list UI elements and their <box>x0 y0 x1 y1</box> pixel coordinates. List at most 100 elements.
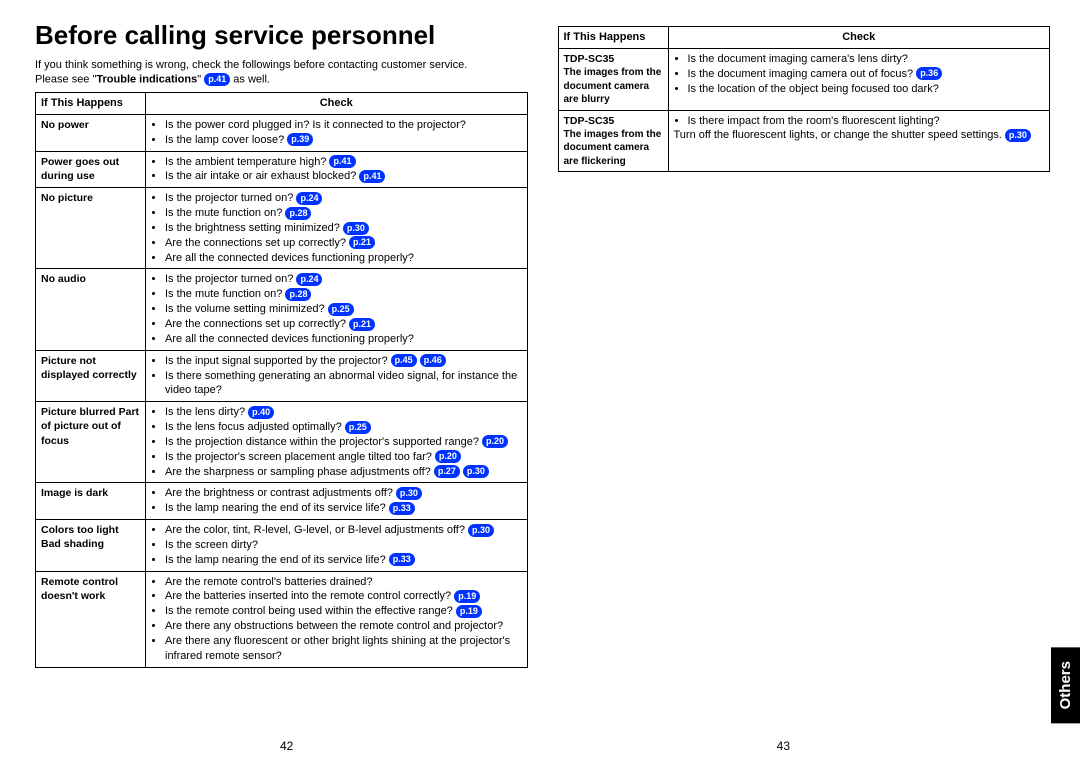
check-item: Is the remote control being used within … <box>165 604 522 619</box>
check-cell: Is there impact from the room's fluoresc… <box>668 110 1050 172</box>
table-row: TDP-SC35The images from the document cam… <box>558 48 1050 110</box>
check-item: Are the remote control's batteries drain… <box>165 575 522 590</box>
page-ref-icon: p.24 <box>296 192 322 205</box>
if-cell: No picture <box>36 188 146 269</box>
check-item: Is the lamp cover loose? p.39 <box>165 133 522 148</box>
if-cell: No power <box>36 114 146 151</box>
col-header-check: Check <box>668 27 1050 49</box>
page-ref-icon: p.21 <box>349 236 375 249</box>
check-item: Is the mute function on? p.28 <box>165 206 522 221</box>
check-item: Is the lamp nearing the end of its servi… <box>165 553 522 568</box>
page-ref-icon: p.19 <box>456 605 482 618</box>
check-item: Are the sharpness or sampling phase adju… <box>165 465 522 480</box>
page-ref-icon: p.46 <box>420 354 446 367</box>
check-item: Is the projector turned on? p.24 <box>165 191 522 206</box>
if-cell: TDP-SC35The images from the document cam… <box>558 48 668 110</box>
check-item: Is there something generating an abnorma… <box>165 369 522 399</box>
page-ref-icon: p.25 <box>328 303 354 316</box>
side-tab-others: Others <box>1051 647 1080 723</box>
table-row: Picture not displayed correctly Is the in… <box>36 350 528 402</box>
page-title: Before calling service personnel <box>35 20 528 51</box>
check-item: Is the mute function on? p.28 <box>165 287 522 302</box>
table-row: TDP-SC35The images from the document cam… <box>558 110 1050 172</box>
check-item: Is the volume setting minimized? p.25 <box>165 302 522 317</box>
if-cell: Picture blurred Part of picture out of f… <box>36 402 146 483</box>
page-ref-icon: p.30 <box>468 524 494 537</box>
page-ref-icon: p.33 <box>389 502 415 515</box>
check-item: Are the connections set up correctly? p.… <box>165 236 522 251</box>
check-item: Is the lens dirty? p.40 <box>165 405 522 420</box>
check-item: Are the connections set up correctly? p.… <box>165 317 522 332</box>
check-cell: Is the input signal supported by the pro… <box>146 350 528 402</box>
check-item: Are the batteries inserted into the remo… <box>165 589 522 604</box>
table-row: Colors too light Bad shading Are the colo… <box>36 520 528 572</box>
troubleshooting-table-left: If This Happens Check No power Is the pow… <box>35 92 528 668</box>
check-item: Are all the connected devices functionin… <box>165 332 522 347</box>
table-row: No audioIs the projector turned on? p.24… <box>36 269 528 350</box>
table-row: Remote control doesn't work Are the remot… <box>36 571 528 667</box>
check-item: Is the power cord plugged in? Is it conn… <box>165 118 522 133</box>
check-item: Is the projector's screen placement angl… <box>165 450 522 465</box>
table-row: No picture Is the projector turned on? p.… <box>36 188 528 269</box>
page-ref-icon: p.41 <box>359 170 385 183</box>
page-number-left: 42 <box>280 739 293 753</box>
page-ref-icon: p.19 <box>454 590 480 603</box>
check-item: Is the air intake or air exhaust blocked… <box>165 169 522 184</box>
check-item: Is the document imaging camera's lens di… <box>688 52 1045 67</box>
check-item: Is the projector turned on? p.24 <box>165 272 522 287</box>
right-page: If This Happens Check TDP-SC35The images… <box>558 20 1051 668</box>
if-cell: Picture not displayed correctly <box>36 350 146 402</box>
page-ref-icon: p.40 <box>248 406 274 419</box>
check-item: Is the lamp nearing the end of its servi… <box>165 501 522 516</box>
check-item: Is the document imaging camera out of fo… <box>688 67 1045 82</box>
check-cell: Are the color, tint, R-level, G-level, o… <box>146 520 528 572</box>
col-header-if: If This Happens <box>36 93 146 115</box>
page-ref-icon: p.36 <box>916 67 942 80</box>
check-item: Is the screen dirty? <box>165 538 522 553</box>
table-row: Image is dark Are the brightness or contr… <box>36 483 528 520</box>
page-ref-icon: p.28 <box>285 207 311 220</box>
page-ref-icon: p.45 <box>391 354 417 367</box>
page-ref-icon: p.41 <box>329 155 355 168</box>
page-ref-icon: p.30 <box>1005 129 1031 142</box>
page-ref-icon: p.41 <box>204 73 230 86</box>
if-cell: Image is dark <box>36 483 146 520</box>
if-cell: Colors too light Bad shading <box>36 520 146 572</box>
page-ref-icon: p.20 <box>435 450 461 463</box>
page-ref-icon: p.33 <box>389 553 415 566</box>
table-row: Power goes out during useIs the ambient … <box>36 151 528 188</box>
check-item: Are there any fluorescent or other brigh… <box>165 634 522 664</box>
check-cell: Are the remote control's batteries drain… <box>146 571 528 667</box>
page-ref-icon: p.30 <box>463 465 489 478</box>
left-page: Before calling service personnel If you … <box>35 20 528 668</box>
col-header-check: Check <box>146 93 528 115</box>
col-header-if: If This Happens <box>558 27 668 49</box>
check-item: Is the ambient temperature high? p.41 <box>165 155 522 170</box>
page-ref-icon: p.20 <box>482 435 508 448</box>
if-cell: Power goes out during use <box>36 151 146 188</box>
intro-line-2: Please see "Trouble indications" p.41 as… <box>35 73 528 86</box>
page-ref-icon: p.30 <box>343 222 369 235</box>
check-item: Are the color, tint, R-level, G-level, o… <box>165 523 522 538</box>
check-item: Is the location of the object being focu… <box>688 82 1045 97</box>
check-cell: Is the projector turned on? p.24Is the m… <box>146 269 528 350</box>
if-cell: TDP-SC35The images from the document cam… <box>558 110 668 172</box>
check-item: Is the projection distance within the pr… <box>165 435 522 450</box>
check-item: Are there any obstructions between the r… <box>165 619 522 634</box>
page-ref-icon: p.28 <box>285 288 311 301</box>
check-cell: Is the power cord plugged in? Is it conn… <box>146 114 528 151</box>
if-cell: Remote control doesn't work <box>36 571 146 667</box>
intro-line-1: If you think something is wrong, check t… <box>35 59 528 71</box>
check-item: Are the brightness or contrast adjustmen… <box>165 486 522 501</box>
check-item: Turn off the fluorescent lights, or chan… <box>674 128 1045 143</box>
check-item: Is there impact from the room's fluoresc… <box>688 114 1045 129</box>
check-item: Is the input signal supported by the pro… <box>165 354 522 369</box>
page-ref-icon: p.27 <box>434 465 460 478</box>
check-cell: Is the ambient temperature high? p.41Is … <box>146 151 528 188</box>
page-number-right: 43 <box>777 739 790 753</box>
page-ref-icon: p.21 <box>349 318 375 331</box>
table-row: Picture blurred Part of picture out of f… <box>36 402 528 483</box>
page-ref-icon: p.24 <box>296 273 322 286</box>
page-ref-icon: p.25 <box>345 421 371 434</box>
page-ref-icon: p.30 <box>396 487 422 500</box>
